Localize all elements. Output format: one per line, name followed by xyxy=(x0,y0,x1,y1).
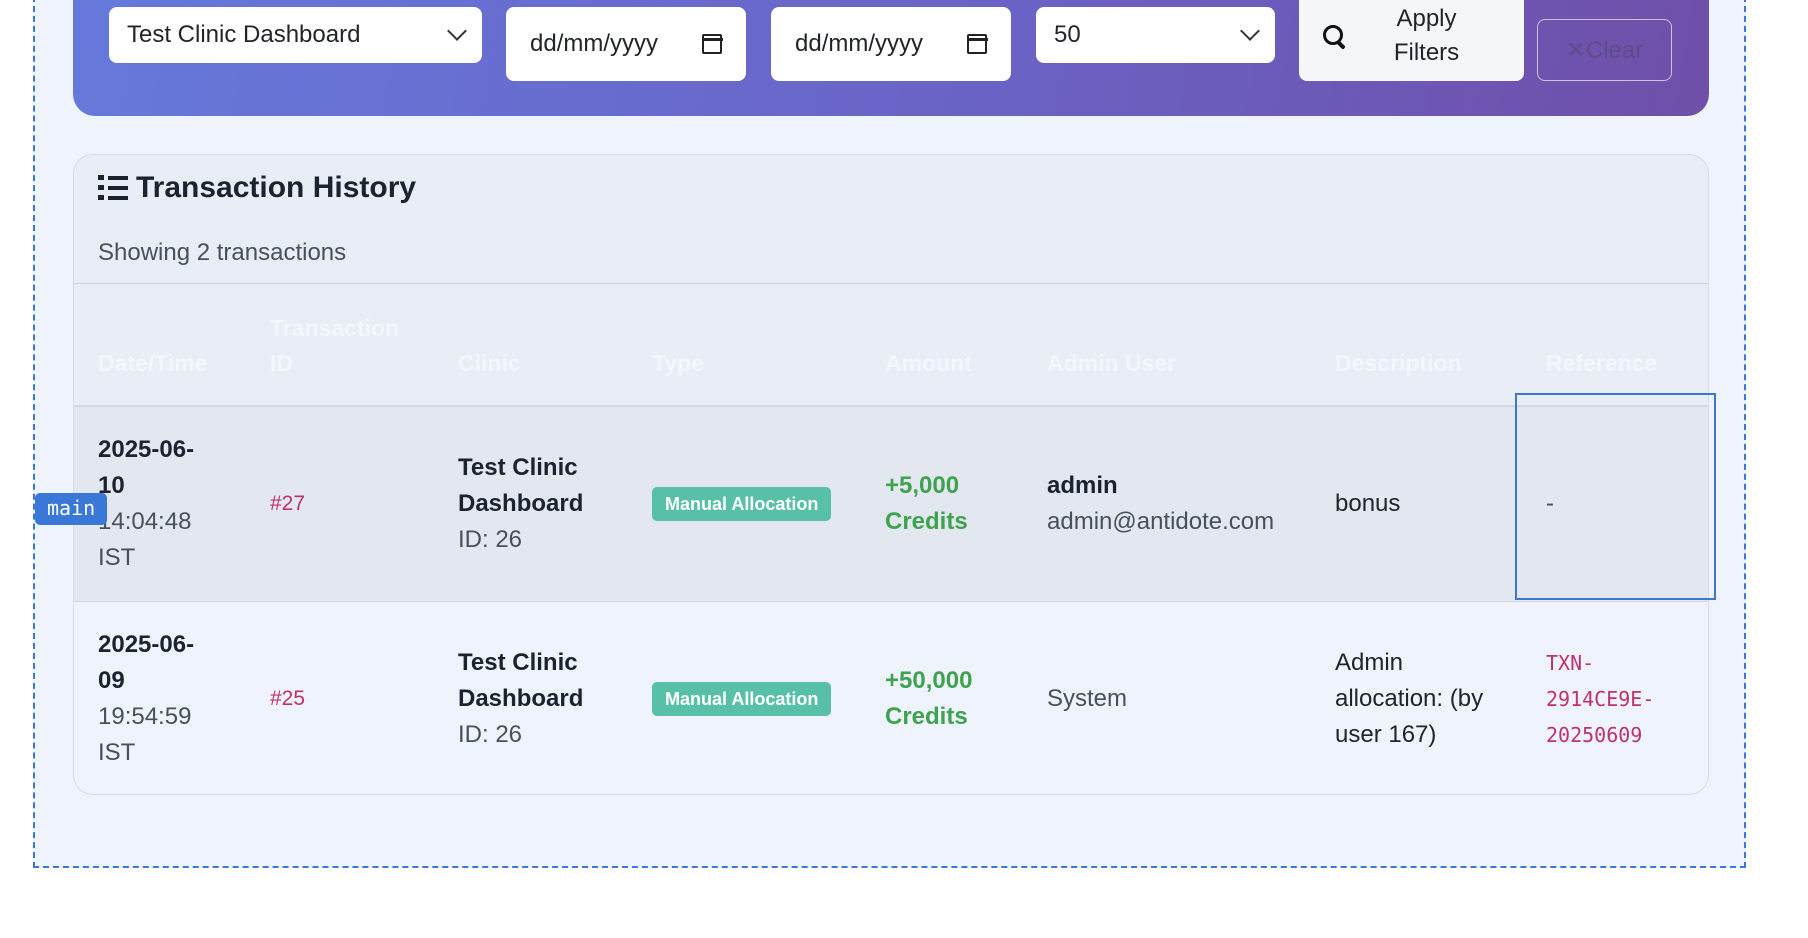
card-title: Transaction History xyxy=(98,171,416,205)
card-title-text: Transaction History xyxy=(136,171,417,204)
apply-filters-label: Apply Filters xyxy=(1393,4,1460,66)
cell-description: bonus xyxy=(1335,490,1401,517)
date-to-input[interactable]: dd/mm/yyyy xyxy=(771,7,1011,81)
clinic-select-value: Test Clinic Dashboard xyxy=(127,21,361,48)
clinic-select[interactable]: Test Clinic Dashboard xyxy=(109,7,482,63)
table-row[interactable]: 2025-06- 09 19:54:59 IST #25 Test Clinic… xyxy=(74,602,1708,794)
cell-admin-user: admin admin@antidote.com xyxy=(1047,472,1275,535)
date-from-placeholder: dd/mm/yyyy xyxy=(530,30,659,57)
cell-admin-user: System xyxy=(1047,685,1128,712)
cell-datetime: 2025-06- 09 19:54:59 IST xyxy=(98,631,195,766)
limit-select-value: 50 xyxy=(1054,21,1081,48)
search-icon xyxy=(1321,23,1347,50)
calendar-icon[interactable] xyxy=(701,34,723,54)
chevron-down-icon xyxy=(447,21,467,41)
cell-datetime: 2025-06- 10 14:04:48 IST xyxy=(98,436,195,571)
cell-amount: +50,000 Credits xyxy=(885,667,973,730)
cell-reference: TXN- 2914CE9E- 20250609 xyxy=(1546,651,1655,747)
transaction-count: Showing 2 transactions xyxy=(98,239,347,266)
cell-clinic: Test Clinic Dashboard ID: 26 xyxy=(458,454,584,553)
header-amount[interactable]: Amount xyxy=(885,346,972,381)
header-reference[interactable]: Reference xyxy=(1546,346,1657,381)
header-description[interactable]: Description xyxy=(1335,346,1462,381)
header-admin-user[interactable]: Admin User xyxy=(1047,346,1176,381)
cell-description: Admin allocation: (by user 167) xyxy=(1335,649,1484,748)
cell-reference: - xyxy=(1546,490,1554,517)
cell-transaction-id: #27 xyxy=(270,492,306,515)
date-to-placeholder: dd/mm/yyyy xyxy=(795,30,924,57)
chevron-down-icon xyxy=(1240,21,1260,41)
cell-type: Manual Allocation xyxy=(652,602,832,794)
cell-clinic: Test Clinic Dashboard ID: 26 xyxy=(458,649,584,748)
table-header: Date/Time Transaction ID Clinic Type Amou… xyxy=(74,284,1708,408)
header-clinic[interactable]: Clinic xyxy=(458,346,521,381)
header-type[interactable]: Type xyxy=(652,346,704,381)
date-from-input[interactable]: dd/mm/yyyy xyxy=(506,7,746,81)
cell-transaction-id: #25 xyxy=(270,687,306,710)
header-datetime[interactable]: Date/Time xyxy=(98,346,208,381)
list-icon xyxy=(98,175,128,201)
calendar-icon[interactable] xyxy=(966,34,988,54)
transaction-history-card: Transaction History Showing 2 transactio… xyxy=(73,154,1709,795)
limit-select[interactable]: 50 xyxy=(1036,7,1275,63)
clear-filters-button[interactable]: ✕Clear xyxy=(1537,19,1672,81)
table-row[interactable]: 2025-06- 10 14:04:48 IST #27 Test Clinic… xyxy=(74,407,1708,602)
status-badge: Manual Allocation xyxy=(652,487,832,521)
apply-filters-button[interactable]: Apply Filters xyxy=(1299,0,1524,81)
main-label-tag: main xyxy=(35,493,108,525)
header-transaction-id[interactable]: Transaction ID xyxy=(270,311,399,381)
status-badge: Manual Allocation xyxy=(652,682,832,716)
cell-type: Manual Allocation xyxy=(652,407,832,601)
cell-amount: +5,000 Credits xyxy=(885,472,968,535)
